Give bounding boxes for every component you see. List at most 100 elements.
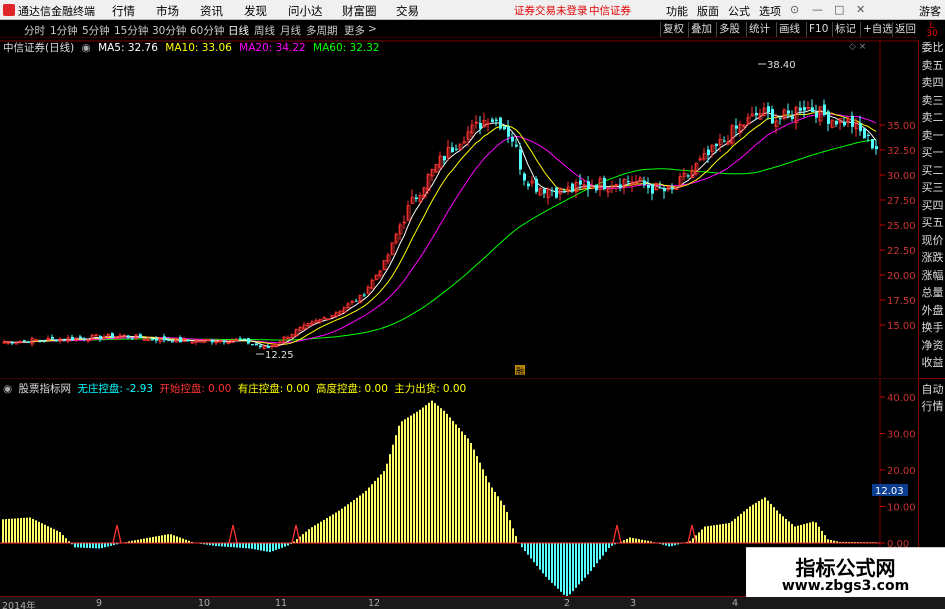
side-tab-2[interactable]: 卖四 <box>919 77 945 89</box>
adjust-button[interactable]: 复权 <box>660 22 686 37</box>
multi-stock-button[interactable]: 多股 <box>716 22 742 37</box>
side-tab-16[interactable]: 换手 <box>919 322 945 334</box>
candle-body <box>827 111 830 124</box>
period-multi[interactable]: 多周期 <box>306 23 338 38</box>
overlay-button[interactable]: 叠加 <box>688 22 714 37</box>
candle-body <box>587 181 590 189</box>
x-label-9: 9 <box>96 598 103 609</box>
minimize-icon[interactable]: — <box>812 3 823 16</box>
start-control-spike <box>228 524 238 544</box>
menu-wealth-circle[interactable]: 财富圈 <box>342 3 377 19</box>
period-weekly[interactable]: 周线 <box>254 23 275 38</box>
side-tab-18[interactable]: 收益 <box>919 357 945 369</box>
indicator-y-label: 40.00 <box>887 393 916 404</box>
menu-news[interactable]: 资讯 <box>200 3 223 19</box>
candle-body <box>671 188 674 190</box>
candle-body <box>322 317 327 320</box>
menu-layout[interactable]: 版面 <box>697 3 719 19</box>
candle-body <box>863 128 866 139</box>
side-bottom-tab-0[interactable]: 自动 <box>919 384 945 396</box>
candle-body <box>815 112 818 118</box>
period-60min[interactable]: 60分钟 <box>190 23 224 38</box>
login-status[interactable]: 证券交易未登录 <box>514 3 588 18</box>
main-y-label: 35.00 <box>887 121 916 132</box>
price-chart[interactable]: 35.00 32.50 30.00 27.50 25.00 22.50 20.00 17.50… <box>0 40 918 376</box>
period-5min[interactable]: 5分钟 <box>82 23 110 38</box>
more-arrow-icon[interactable]: > <box>368 23 377 35</box>
period-1min[interactable]: 1分钟 <box>50 23 78 38</box>
side-tab-13[interactable]: 涨幅 <box>919 269 945 282</box>
side-tab-7[interactable]: 买二 <box>919 164 945 177</box>
candle-body <box>735 125 738 129</box>
period-15min[interactable]: 15分钟 <box>114 23 148 38</box>
candle-body <box>787 110 790 114</box>
candle-body <box>823 104 826 116</box>
menu-functions[interactable]: 功能 <box>666 3 688 19</box>
menu-trade[interactable]: 交易 <box>396 3 419 19</box>
period-daily[interactable]: 日线 <box>228 23 249 38</box>
candle-body <box>499 117 502 129</box>
menu-discover[interactable]: 发现 <box>244 3 267 19</box>
side-tab-14[interactable]: 总量 <box>919 287 945 299</box>
level-indicator[interactable]: L 30 <box>921 22 943 39</box>
candle-body <box>643 180 646 185</box>
guest-user[interactable]: 游客 <box>919 3 941 19</box>
statistics-button[interactable]: 统计 <box>746 22 772 37</box>
candle-body <box>151 339 154 341</box>
side-tab-9[interactable]: 买四 <box>919 199 945 212</box>
back-button[interactable]: 返回 <box>892 22 918 37</box>
candle-body <box>131 338 134 340</box>
candle-body <box>571 183 574 192</box>
side-tab-12[interactable]: 涨跌 <box>919 252 945 264</box>
side-tab-4[interactable]: 卖二 <box>919 112 945 124</box>
menu-market[interactable]: 市场 <box>156 3 179 19</box>
add-watchlist-button[interactable]: +自选 <box>860 22 895 37</box>
candle-body <box>803 107 806 111</box>
period-intraday[interactable]: 分时 <box>24 23 45 38</box>
candle-body <box>687 175 690 177</box>
candle-body <box>111 333 114 339</box>
side-tab-10[interactable]: 买五 <box>919 217 945 229</box>
side-tab-5[interactable]: 卖一 <box>919 129 945 142</box>
side-bottom-tab-1[interactable]: 行情 <box>919 401 945 413</box>
menu-quotes[interactable]: 行情 <box>112 3 135 19</box>
candle-body <box>875 146 878 150</box>
help-icon[interactable]: ⊙ <box>790 3 799 16</box>
draw-line-button[interactable]: 画线 <box>776 22 802 37</box>
broker-name[interactable]: 中信证券 <box>589 3 631 18</box>
period-monthly[interactable]: 月线 <box>280 23 301 38</box>
current-value-label: 12.03 <box>875 486 904 497</box>
side-tab-6[interactable]: 买一 <box>919 147 945 159</box>
menu-xiaoda[interactable]: 问小达 <box>288 3 323 19</box>
indicator-y-label: 20.00 <box>887 466 916 477</box>
ma20-line <box>3 113 877 344</box>
close-icon[interactable]: ✕ <box>856 3 865 16</box>
candle-body <box>779 118 782 120</box>
period-30min[interactable]: 30分钟 <box>152 23 186 38</box>
menu-options[interactable]: 选项 <box>759 3 781 19</box>
x-label-10: 10 <box>198 598 211 609</box>
candle-body <box>511 136 514 142</box>
candle-body <box>83 338 86 340</box>
main-y-label: 30.00 <box>887 171 916 182</box>
candle-body <box>595 184 598 191</box>
candle-body <box>663 188 666 192</box>
candle-body <box>811 107 814 112</box>
candle-body <box>479 123 482 129</box>
side-tab-3[interactable]: 卖三 <box>919 94 945 107</box>
side-tab-0[interactable]: 委比 <box>919 42 945 54</box>
candle-body <box>267 345 270 349</box>
candle-body <box>603 177 606 190</box>
side-tab-8[interactable]: 买三 <box>919 182 945 194</box>
mark-button[interactable]: 标记 <box>832 22 858 37</box>
candle-body <box>723 140 726 142</box>
side-tab-1[interactable]: 卖五 <box>919 59 945 72</box>
menu-formula[interactable]: 公式 <box>728 3 750 19</box>
watermark-title: 指标公式网 <box>795 556 896 580</box>
maximize-icon[interactable]: □ <box>834 3 844 16</box>
side-tab-15[interactable]: 外盘 <box>919 304 945 317</box>
side-tab-11[interactable]: 现价 <box>919 234 945 247</box>
f10-button[interactable]: F10 <box>806 22 830 37</box>
side-tab-17[interactable]: 净资 <box>919 339 945 352</box>
period-more[interactable]: 更多 <box>344 23 365 38</box>
